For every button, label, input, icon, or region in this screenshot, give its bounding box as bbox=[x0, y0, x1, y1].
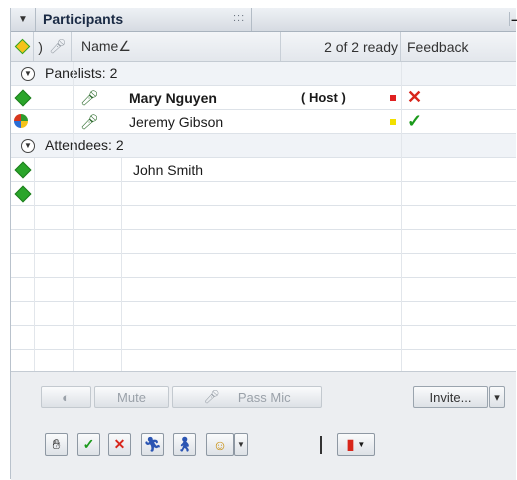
participant-name: Mary Nguyen bbox=[129, 90, 217, 106]
mute-button[interactable]: Mute bbox=[94, 386, 169, 408]
empty-row bbox=[11, 254, 516, 278]
participants-panel: ▼ Participants ::: – ) 🎤︎ Name∠ 2 of 2 r… bbox=[10, 8, 517, 480]
participants-list: ▼ Panelists: 2 🎤︎ Mary Nguyen ( Host ) ✕… bbox=[11, 62, 516, 371]
microphone-icon: 🎤︎ bbox=[80, 114, 100, 131]
feedback-yes-button[interactable]: ✓ bbox=[77, 433, 100, 456]
panelists-group-row[interactable]: ▼ Panelists: 2 bbox=[11, 62, 516, 86]
half-circle-icon: ◐ bbox=[62, 389, 70, 405]
speaker-icon: ) bbox=[38, 38, 43, 55]
invite-button[interactable]: Invite... bbox=[413, 386, 488, 408]
drag-grip-icon[interactable]: ::: bbox=[233, 12, 245, 24]
minimize-button[interactable]: – bbox=[509, 12, 517, 26]
feedback-x-icon: ✕ bbox=[407, 87, 423, 107]
pass-mic-button[interactable]: 🎤︎ Pass Mic bbox=[172, 386, 322, 408]
empty-row bbox=[11, 302, 516, 326]
empty-row bbox=[11, 206, 516, 230]
participant-row[interactable]: 🎤︎ Mary Nguyen ( Host ) ✕ bbox=[11, 86, 516, 110]
column-divider bbox=[121, 158, 122, 371]
bar-chart-icon: ▮ bbox=[346, 436, 355, 452]
presence-globe-icon bbox=[14, 114, 28, 128]
microphone-icon: 🎤︎ bbox=[203, 389, 220, 404]
attendees-group-label: Attendees: 2 bbox=[45, 137, 124, 153]
feedback-column-header[interactable]: Feedback bbox=[401, 32, 516, 61]
column-divider bbox=[34, 158, 35, 371]
check-icon: ✓ bbox=[82, 436, 95, 452]
slow-down-button[interactable]: 🚶︎ bbox=[173, 433, 196, 456]
status-indicator bbox=[390, 95, 396, 101]
panel-titlebar: ▼ Participants ::: – bbox=[11, 8, 517, 32]
hand-icon: ✋︎ bbox=[52, 436, 61, 452]
column-divider bbox=[401, 62, 402, 371]
chevron-down-icon: ▼ bbox=[237, 440, 245, 449]
toolbar-separator bbox=[320, 436, 322, 454]
presence-column-header[interactable] bbox=[11, 32, 34, 61]
empty-row bbox=[11, 326, 516, 350]
ready-status-header: 2 of 2 ready bbox=[281, 32, 401, 61]
chevron-down-icon: ▼ bbox=[357, 440, 366, 449]
name-column-header[interactable]: Name∠ bbox=[73, 32, 281, 61]
emoticon-button[interactable]: ☺ bbox=[206, 433, 234, 456]
participant-row[interactable] bbox=[11, 182, 516, 206]
presence-diamond-icon bbox=[14, 89, 32, 107]
attendees-group-row[interactable]: ▼ Attendees: 2 bbox=[11, 134, 516, 158]
column-divider bbox=[73, 62, 74, 371]
pass-mic-label: Pass Mic bbox=[237, 389, 291, 405]
panelists-group-label: Panelists: 2 bbox=[45, 65, 118, 81]
presence-icon bbox=[14, 38, 30, 55]
feedback-check-icon: ✓ bbox=[407, 111, 423, 131]
microphone-icon: 🎤︎ bbox=[48, 38, 67, 54]
feedback-no-button[interactable]: ✕ bbox=[108, 433, 131, 456]
walking-figure-icon: 🚶︎ bbox=[175, 436, 194, 452]
participant-name: John Smith bbox=[133, 162, 204, 178]
raise-hand-button[interactable]: ✋︎ bbox=[45, 433, 68, 456]
participants-header: ) 🎤︎ Name∠ 2 of 2 ready Feedback bbox=[11, 32, 516, 62]
emoticon-dropdown-button[interactable]: ▼ bbox=[234, 433, 248, 456]
participant-name: Jeremy Gibson bbox=[129, 114, 224, 130]
participant-row[interactable]: 🎤︎ Jeremy Gibson ✓ bbox=[11, 110, 516, 134]
x-icon: ✕ bbox=[113, 436, 126, 452]
participant-row[interactable]: John Smith bbox=[11, 158, 516, 182]
running-figure-icon: 🏃︎ bbox=[143, 436, 162, 452]
panel-title: Participants bbox=[43, 11, 124, 27]
presence-diamond-icon bbox=[14, 161, 32, 179]
status-indicator bbox=[390, 119, 396, 125]
poll-chart-button[interactable]: ▮ ▼ bbox=[337, 433, 375, 456]
participant-controls: ◐ Mute 🎤︎ Pass Mic Invite... ▾ ✋︎ ✓ ✕ 🏃︎… bbox=[11, 371, 516, 480]
smiley-icon: ☺ bbox=[212, 436, 228, 453]
collapse-panel-icon[interactable]: ▼ bbox=[11, 8, 36, 31]
invite-dropdown-button[interactable]: ▾ bbox=[489, 386, 505, 408]
presence-diamond-icon bbox=[14, 185, 32, 203]
microphone-icon: 🎤︎ bbox=[80, 90, 100, 107]
feedback-column-label: Feedback bbox=[407, 38, 469, 55]
empty-row bbox=[11, 278, 516, 302]
audio-column-header[interactable]: ) 🎤︎ bbox=[34, 32, 72, 61]
titlebar-divider bbox=[251, 8, 252, 31]
toggle-video-button[interactable]: ◐ bbox=[41, 386, 91, 408]
expand-group-icon[interactable]: ▼ bbox=[21, 67, 35, 81]
expand-group-icon[interactable]: ▼ bbox=[21, 139, 35, 153]
speed-up-button[interactable]: 🏃︎ bbox=[141, 433, 164, 456]
empty-row bbox=[11, 230, 516, 254]
name-column-label: Name∠ bbox=[81, 38, 131, 54]
host-label: ( Host ) bbox=[301, 90, 346, 105]
ready-status-text: 2 of 2 ready bbox=[324, 38, 398, 55]
